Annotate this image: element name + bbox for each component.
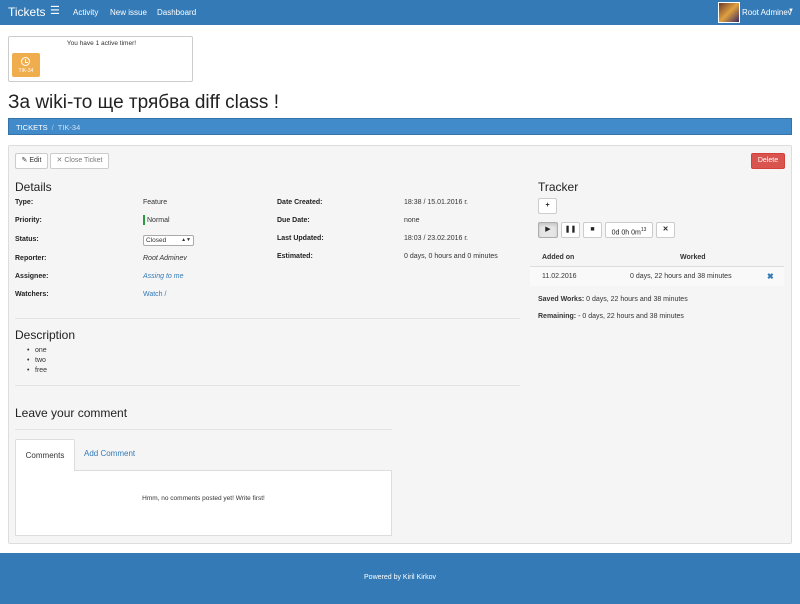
footer: Powered by Kiril Kirkov <box>0 553 800 604</box>
timer-seconds: 13 <box>640 227 647 233</box>
saved-works-value: 0 days, 22 hours and 38 minutes <box>586 296 688 303</box>
priority-color-bar <box>143 215 145 225</box>
list-item: two <box>27 357 46 364</box>
estimated-label: Estimated: <box>277 253 313 260</box>
nav-link-dashboard[interactable]: Dashboard <box>157 8 196 17</box>
reporter-label: Reporter: <box>15 255 47 262</box>
type-label: Type: <box>15 199 34 206</box>
close-ticket-button[interactable]: ✕ Close Ticket <box>50 153 109 169</box>
hamburger-menu-icon[interactable]: ☰ <box>50 4 60 17</box>
list-item: one <box>27 347 46 354</box>
date-created-label: Date Created: <box>277 199 323 206</box>
priority-label: Priority: <box>15 217 42 224</box>
saved-works-label: Saved Works: <box>538 296 585 303</box>
comment-heading: Leave your comment <box>15 406 128 420</box>
remaining-value: - 0 days, 22 hours and 38 minutes <box>578 313 684 320</box>
divider <box>15 318 520 319</box>
caret-down-icon[interactable]: ▼ <box>788 8 794 14</box>
last-updated-value: 18:03 / 23.02.2016 г. <box>404 235 468 242</box>
work-date: 11.02.2016 <box>542 273 577 280</box>
divider <box>15 429 392 430</box>
remaining-label: Remaining: <box>538 313 577 320</box>
reporter-value: Root Adminev <box>143 255 187 262</box>
close-icon: ✕ <box>662 226 669 233</box>
timer-display-value: 0d 0h 0m <box>611 229 641 237</box>
active-timers-box: You have 1 active timer! TIK-34 <box>8 36 193 82</box>
close-ticket-label: Close Ticket <box>64 157 103 164</box>
brand-link[interactable]: Tickets <box>8 5 46 19</box>
pause-button[interactable]: ❚❚ <box>561 222 580 238</box>
no-comments-message: Hmm, no comments posted yet! Write first… <box>142 495 265 502</box>
table-row: 11.02.2016 0 days, 22 hours and 38 minut… <box>530 266 784 286</box>
nav-link-activity[interactable]: Activity <box>73 8 98 17</box>
priority-value: Normal <box>147 217 170 224</box>
last-updated-label: Last Updated: <box>277 235 324 242</box>
breadcrumb: TICKETS / TIK-34 <box>8 118 792 135</box>
stop-button[interactable]: ■ <box>583 222 602 238</box>
breadcrumb-separator: / <box>51 123 54 132</box>
remove-work-icon[interactable]: ✖ <box>767 272 774 281</box>
list-item: free <box>27 367 47 374</box>
assign-to-me-link[interactable]: Assing to me <box>143 273 183 280</box>
breadcrumb-current: TIK-34 <box>57 123 81 132</box>
col-added-on: Added on <box>542 254 575 261</box>
tab-comments[interactable]: Comments <box>15 439 75 471</box>
pause-icon: ❚❚ <box>564 226 577 233</box>
reset-timer-button[interactable]: ✕ <box>656 222 675 238</box>
remaining: Remaining: - 0 days, 22 hours and 38 min… <box>538 313 684 320</box>
active-timer-tile[interactable]: TIK-34 <box>12 53 40 77</box>
stop-icon: ■ <box>590 226 595 233</box>
work-duration: 0 days, 22 hours and 38 minutes <box>630 273 732 280</box>
divider <box>15 385 520 386</box>
nav-link-new-issue[interactable]: New issue <box>110 8 147 17</box>
tracker-heading: Tracker <box>538 180 579 194</box>
user-menu[interactable]: Root Adminev <box>742 8 792 17</box>
clock-icon <box>21 57 30 66</box>
col-worked: Worked <box>680 254 706 261</box>
assignee-label: Assignee: <box>15 273 49 280</box>
play-button[interactable]: ▶ <box>538 222 558 238</box>
watch-link[interactable]: Watch / <box>143 291 166 298</box>
close-icon: ✕ <box>56 157 63 164</box>
description-heading: Description <box>15 328 76 342</box>
edit-label: Edit <box>29 157 42 164</box>
due-date-label: Due Date: <box>277 217 310 224</box>
status-selected-value: Closed <box>146 237 167 244</box>
page-title: За wiki-то ще трябва diff class ! <box>8 92 279 113</box>
timer-ticket-code: TIK-34 <box>18 68 34 74</box>
user-avatar[interactable] <box>718 2 740 23</box>
tab-add-comment[interactable]: Add Comment <box>84 449 135 458</box>
watchers-label: Watchers: <box>15 291 49 298</box>
estimated-value: 0 days, 0 hours and 0 minutes <box>404 253 498 260</box>
details-heading: Details <box>15 180 52 194</box>
active-timer-message: You have 1 active timer! <box>66 40 137 47</box>
status-select[interactable]: Closed ▲▼ <box>143 235 194 246</box>
timer-display: 0d 0h 0m13 <box>605 222 653 238</box>
delete-button[interactable]: Delete <box>751 153 785 169</box>
saved-works: Saved Works: 0 days, 22 hours and 38 min… <box>538 296 688 303</box>
due-date-value: none <box>404 217 420 224</box>
date-created-value: 18:38 / 15.01.2016 г. <box>404 199 468 206</box>
footer-text: Powered by Kiril Kirkov <box>364 574 436 581</box>
type-value: Feature <box>143 199 168 206</box>
comments-tabs: Hmm, no comments posted yet! Write first… <box>15 439 392 536</box>
breadcrumb-tickets[interactable]: TICKETS <box>16 123 48 132</box>
top-navbar: Tickets ☰ Activity New issue Dashboard R… <box>0 0 800 25</box>
add-work-button[interactable]: + <box>538 198 557 214</box>
select-arrows-icon: ▲▼ <box>181 237 191 243</box>
comments-tab-panel: Hmm, no comments posted yet! Write first… <box>15 470 392 536</box>
play-icon: ▶ <box>545 226 551 233</box>
status-label: Status: <box>15 236 39 243</box>
edit-button[interactable]: ✎ Edit <box>15 153 48 169</box>
pencil-icon: ✎ <box>21 157 28 164</box>
